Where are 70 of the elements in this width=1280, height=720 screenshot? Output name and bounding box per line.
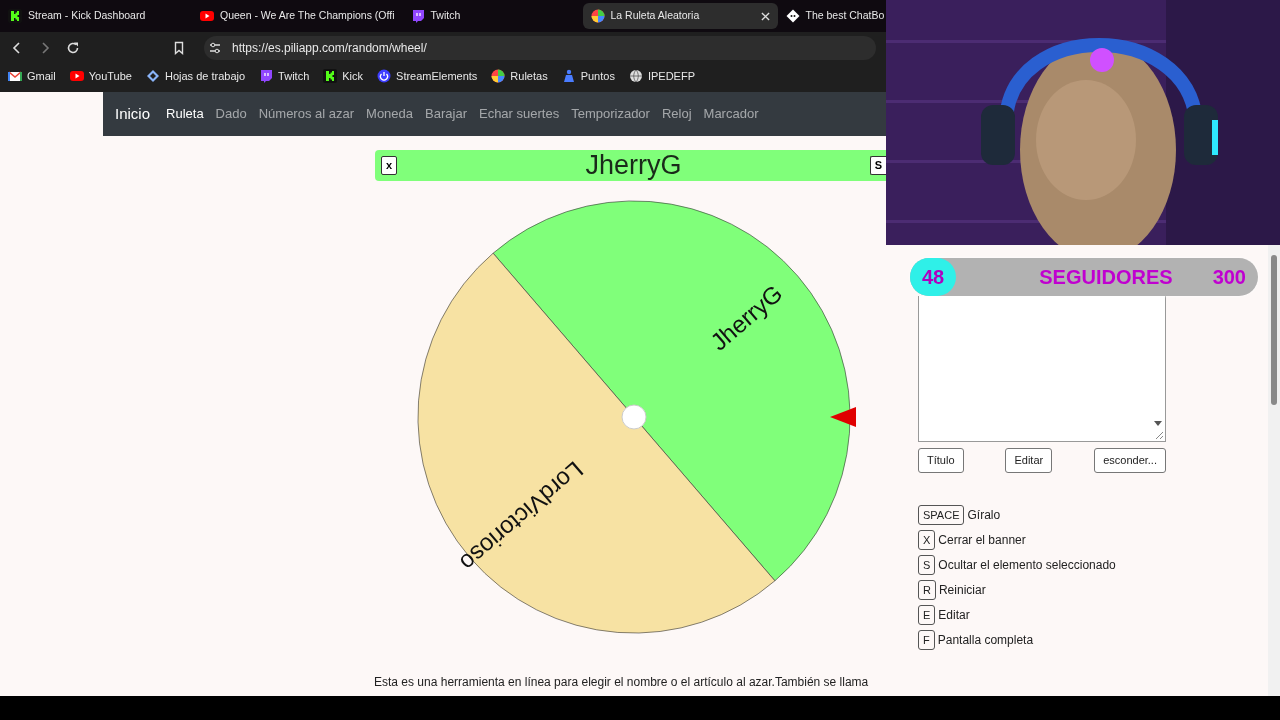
chat-bubble-icon [410, 9, 425, 23]
site-settings-icon[interactable] [208, 41, 222, 55]
shortcut-description: Ocultar el elemento seleccionado [938, 556, 1116, 574]
nav-link[interactable]: Dado [215, 104, 247, 124]
globe-icon [628, 69, 643, 83]
bookmark[interactable]: Hojas de trabajo [145, 67, 246, 85]
browser-tab[interactable]: Stream - Kick Dashboard [0, 3, 192, 29]
banner-title: JherryG [585, 150, 682, 181]
kick-icon [8, 9, 22, 23]
close-banner-button[interactable]: x [381, 156, 398, 175]
browser-tab[interactable]: Queen - We Are The Champions (Offi [192, 3, 403, 29]
color-wheel-icon [590, 9, 605, 23]
nav-link[interactable]: Ruleta [166, 104, 204, 124]
bookmark[interactable]: StreamElements [377, 67, 478, 85]
bookmark[interactable]: IPEDEFP [628, 67, 695, 85]
key-cap: F [918, 629, 935, 650]
pointer-icon [830, 407, 856, 427]
url-text: https://es.piliapp.com/random/wheel/ [232, 40, 427, 57]
video-play-icon [200, 9, 214, 23]
nav-link[interactable]: Echar suertes [478, 104, 560, 124]
panel-button[interactable]: Editar [1005, 448, 1053, 473]
bot-icon [785, 9, 800, 23]
bookmark[interactable]: YouTube [69, 67, 132, 85]
scrollbar[interactable] [1268, 245, 1280, 696]
browser-tab[interactable]: Twitch [402, 3, 583, 29]
browser-tab[interactable]: La Ruleta Aleatoria [582, 3, 778, 29]
key-cap: SPACE [918, 504, 965, 525]
video-play-icon [69, 69, 84, 83]
chat-bubble-icon [259, 69, 274, 83]
panel-button[interactable]: esconder... [1094, 448, 1166, 473]
hide-item-button[interactable]: S [869, 156, 886, 175]
bookmark[interactable]: Kick [323, 67, 364, 85]
nav-link[interactable]: Barajar [425, 104, 467, 124]
home-link[interactable]: Inicio [115, 102, 151, 126]
bookmark-icon[interactable] [172, 41, 186, 55]
color-wheel-icon [491, 69, 506, 83]
shortcut-description: Pantalla completa [937, 631, 1034, 649]
reload-icon[interactable] [66, 41, 80, 55]
wheel-hub [621, 404, 647, 430]
shortcut-description: Gíralo [967, 506, 1001, 524]
key-cap: S [918, 554, 936, 575]
followers-goal: 300 [1212, 265, 1247, 290]
nav-link[interactable]: Moneda [366, 104, 414, 124]
resize-grip-icon[interactable] [1154, 430, 1164, 440]
bookmark[interactable]: Ruletas [491, 67, 548, 85]
shortcut-description: Reiniciar [938, 581, 986, 599]
panel-button[interactable]: Título [918, 448, 964, 473]
diamond-icon [145, 69, 160, 83]
key-cap: R [918, 579, 936, 600]
bookmark[interactable]: Twitch [259, 67, 310, 85]
followers-label: SEGUIDORES [1038, 265, 1174, 290]
dropdown-arrow-icon[interactable] [1154, 421, 1162, 427]
description-text: Esta es una herramienta en línea para elegir el nombre o el artículo al azar.También se llama [374, 674, 870, 691]
key-cap: X [918, 529, 936, 550]
kick-icon [323, 69, 338, 83]
mail-icon [8, 69, 22, 83]
shortcut-description: Editar [938, 606, 970, 624]
power-circle-icon [377, 69, 392, 83]
nav-link[interactable]: Números al azar [258, 104, 355, 124]
figure-icon [561, 69, 576, 83]
nav-link[interactable]: Temporizador [571, 104, 650, 124]
nav-link[interactable]: Reloj [661, 104, 692, 124]
browser-tab[interactable]: The best ChatBo [777, 3, 886, 29]
shortcut-description: Cerrar el banner [938, 531, 1026, 549]
follower-count: 48 [910, 258, 956, 296]
close-icon[interactable] [760, 11, 770, 21]
nav-link[interactable]: Marcador [703, 104, 759, 124]
key-cap: E [918, 604, 936, 625]
bookmark[interactable]: Gmail [8, 67, 56, 85]
bookmark[interactable]: Puntos [561, 67, 615, 85]
